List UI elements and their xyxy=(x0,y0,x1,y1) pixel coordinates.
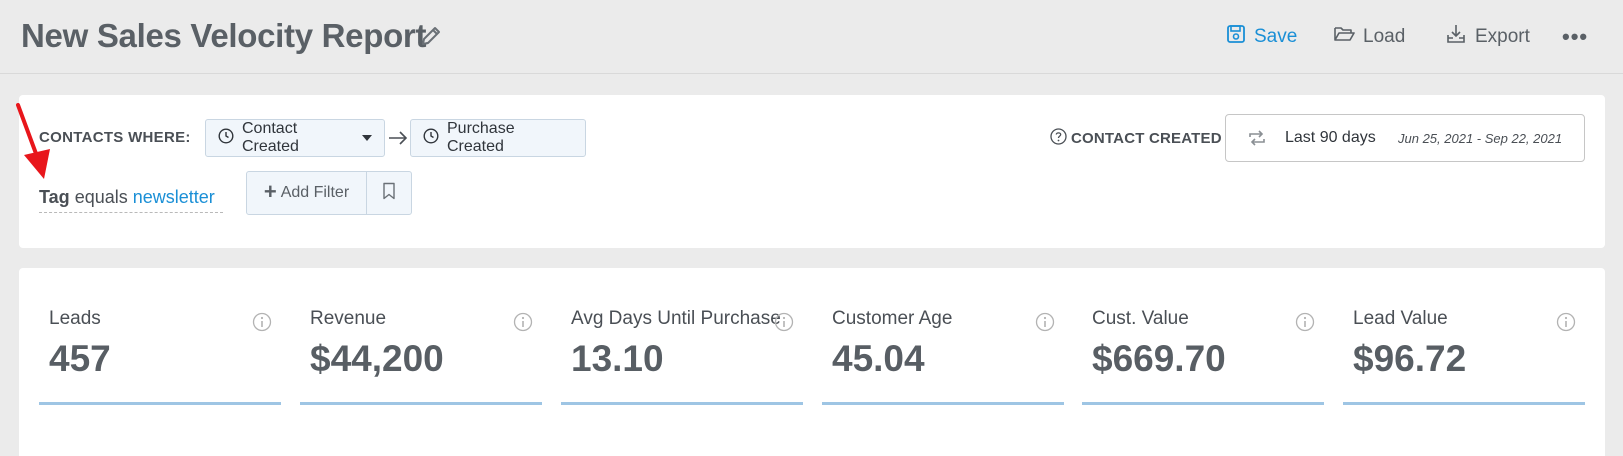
metric-label: Revenue xyxy=(310,308,387,329)
tag-filter-value: newsletter xyxy=(132,187,215,207)
step2-label: Purchase Created xyxy=(447,120,515,155)
metric-value: 13.10 xyxy=(571,338,664,379)
date-range-dates: Jun 25, 2021 - Sep 22, 2021 xyxy=(1398,131,1563,146)
export-label: Export xyxy=(1475,26,1530,47)
question-circle-icon[interactable] xyxy=(1050,128,1067,149)
filter-panel: CONTACTS WHERE: Contact Created Purchase… xyxy=(19,95,1605,248)
floppy-disk-icon xyxy=(1226,24,1246,50)
repeat-icon xyxy=(1246,128,1268,153)
caret-down-icon xyxy=(362,135,372,141)
clock-icon xyxy=(218,127,234,149)
save-label: Save xyxy=(1254,26,1298,47)
tag-filter-operator: equals xyxy=(74,187,128,207)
metric-value: $669.70 xyxy=(1092,338,1226,379)
pencil-icon[interactable] xyxy=(419,24,443,48)
arrow-right-icon xyxy=(387,128,409,148)
clock-icon xyxy=(423,127,439,149)
contacts-where-label: CONTACTS WHERE: xyxy=(39,129,191,146)
export-button[interactable]: Export xyxy=(1445,22,1530,52)
metric-label: Avg Days Until Purchase xyxy=(571,308,781,329)
info-circle-icon[interactable] xyxy=(513,312,533,337)
purchase-created-step[interactable]: Purchase Created xyxy=(410,119,586,157)
load-label: Load xyxy=(1363,26,1406,47)
metric-customer-value: Cust. Value $669.70 xyxy=(1082,308,1324,405)
add-filter-button[interactable]: + Add Filter xyxy=(247,172,367,214)
annotation-arrow-icon xyxy=(14,103,56,183)
bookmark-button[interactable] xyxy=(367,172,411,214)
metric-lead-value: Lead Value $96.72 xyxy=(1343,308,1585,405)
date-field-label: CONTACT CREATED xyxy=(1050,128,1222,149)
metric-label: Customer Age xyxy=(832,308,953,329)
more-options-button[interactable]: ••• xyxy=(1562,22,1588,52)
metric-value: $96.72 xyxy=(1353,338,1467,379)
report-header: New Sales Velocity Report Save Load Expo… xyxy=(0,0,1623,74)
metric-avg-days-until-purchase: Avg Days Until Purchase 13.10 xyxy=(561,308,803,405)
tag-filter-key: Tag xyxy=(39,187,70,207)
info-circle-icon[interactable] xyxy=(1295,312,1315,337)
load-button[interactable]: Load xyxy=(1333,22,1405,52)
info-circle-icon[interactable] xyxy=(252,312,272,337)
tag-filter[interactable]: Tag equals newsletter xyxy=(39,187,223,213)
step1-label: Contact Created xyxy=(242,120,299,155)
info-circle-icon[interactable] xyxy=(774,312,794,337)
metric-value: 457 xyxy=(49,338,111,379)
metric-leads: Leads 457 xyxy=(39,308,281,405)
metric-value: 45.04 xyxy=(832,338,925,379)
metric-label: Cust. Value xyxy=(1092,308,1189,329)
folder-open-icon xyxy=(1333,24,1355,50)
metric-label: Lead Value xyxy=(1353,308,1448,329)
date-field-text: CONTACT CREATED xyxy=(1071,130,1222,147)
contact-created-dropdown[interactable]: Contact Created xyxy=(205,119,385,157)
info-circle-icon[interactable] xyxy=(1035,312,1055,337)
metric-customer-age: Customer Age 45.04 xyxy=(822,308,1064,405)
metric-label: Leads xyxy=(49,308,101,329)
save-button[interactable]: Save xyxy=(1226,22,1297,52)
date-range-label: Last 90 days xyxy=(1285,129,1376,146)
metrics-panel: Leads 457 Revenue $44,200 Avg Days Until… xyxy=(19,268,1605,456)
download-tray-icon xyxy=(1445,23,1467,51)
page-title: New Sales Velocity Report xyxy=(21,17,427,54)
info-circle-icon[interactable] xyxy=(1556,312,1576,337)
metric-value: $44,200 xyxy=(310,338,444,379)
bookmark-icon xyxy=(382,182,396,205)
add-filter-label: Add Filter xyxy=(280,184,350,201)
date-range-picker[interactable]: Last 90 days Jun 25, 2021 - Sep 22, 2021 xyxy=(1225,114,1585,162)
add-filter-group: + Add Filter xyxy=(246,171,412,215)
plus-icon: + xyxy=(263,179,277,204)
metric-revenue: Revenue $44,200 xyxy=(300,308,542,405)
